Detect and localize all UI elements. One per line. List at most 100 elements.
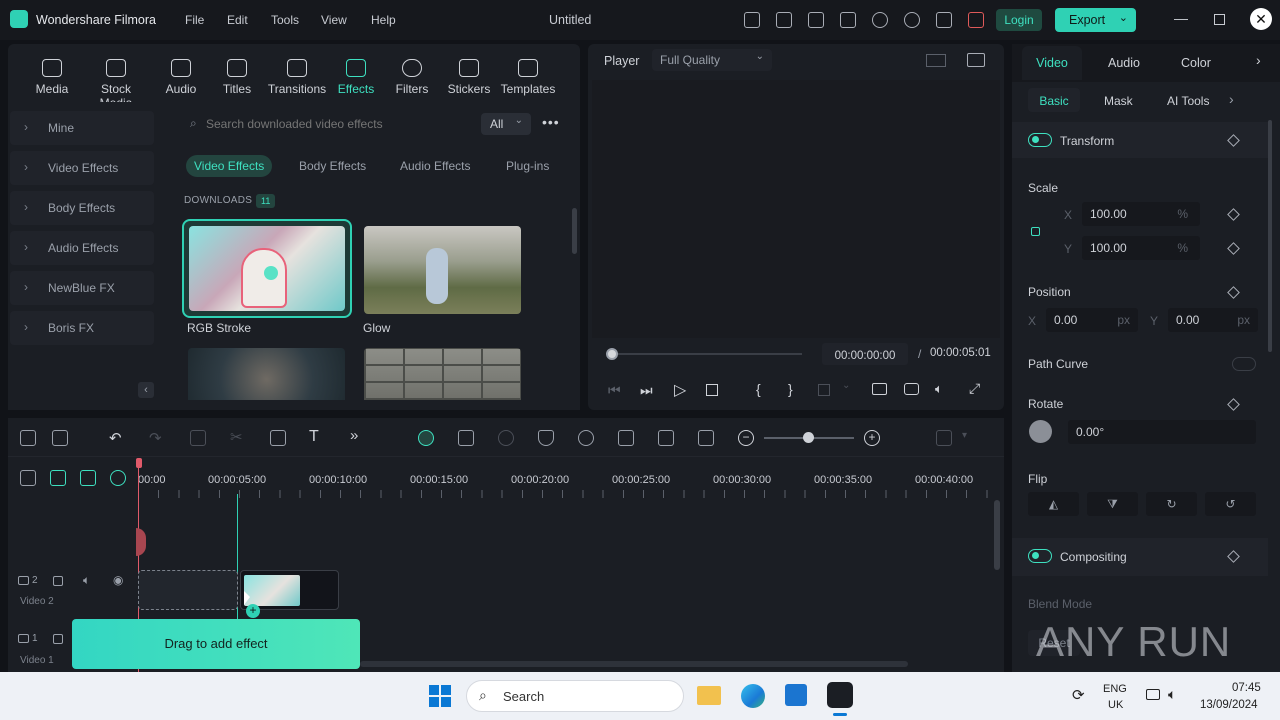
track1-lock-icon[interactable] xyxy=(53,634,63,644)
insert-chevron-icon[interactable]: ⌄ xyxy=(842,380,850,391)
tool-effects[interactable]: Effects xyxy=(326,56,386,96)
zoom-slider-knob[interactable] xyxy=(803,432,814,443)
delete-icon[interactable] xyxy=(190,430,206,446)
scale-x-field[interactable]: 100.00% xyxy=(1082,202,1200,226)
flip-horizontal-button[interactable]: ◭ xyxy=(1028,492,1079,516)
link-lock-icon[interactable] xyxy=(1031,227,1040,236)
speaker-icon[interactable]: 🔈︎ xyxy=(1168,686,1176,703)
effect-card-rgb-stroke[interactable] xyxy=(182,219,352,318)
headset-icon[interactable] xyxy=(904,12,920,28)
restore-icon[interactable] xyxy=(1214,14,1225,25)
effect-card-grid[interactable] xyxy=(364,348,521,400)
menu-tools[interactable]: Tools xyxy=(271,13,299,27)
effect-card-glow[interactable] xyxy=(364,226,521,314)
subtab-basic[interactable]: Basic xyxy=(1028,88,1080,112)
fullscreen-icon[interactable]: ⤢ xyxy=(969,380,980,397)
collapse-sidebar-icon[interactable]: ‹ xyxy=(138,382,154,398)
save-icon[interactable] xyxy=(840,12,856,28)
send-icon[interactable] xyxy=(744,12,760,28)
sidebar-item-body-effects[interactable]: Body Effects xyxy=(10,191,154,225)
filmora-taskbar-icon[interactable] xyxy=(827,682,853,708)
microphone-icon[interactable] xyxy=(578,430,594,446)
progress-track[interactable] xyxy=(612,353,802,355)
prev-frame-icon[interactable]: ⏮ xyxy=(608,382,621,399)
effects-scrollbar[interactable] xyxy=(572,208,577,254)
cart-icon[interactable] xyxy=(968,12,984,28)
more-options-icon[interactable]: ••• xyxy=(542,114,560,130)
link-icon[interactable] xyxy=(50,470,66,486)
mark-in-icon[interactable]: { xyxy=(756,381,761,397)
store-icon[interactable] xyxy=(785,684,807,706)
tool-audio[interactable]: Audio xyxy=(151,56,211,96)
tool-stickers[interactable]: Stickers xyxy=(439,56,499,96)
login-button[interactable]: Login xyxy=(996,9,1042,31)
gift-icon[interactable] xyxy=(776,12,792,28)
apps-icon[interactable] xyxy=(936,12,952,28)
crop-icon[interactable] xyxy=(270,430,286,446)
playhead-marker[interactable] xyxy=(136,458,142,468)
zoom-in-icon[interactable]: + xyxy=(864,430,880,446)
display-icon[interactable] xyxy=(872,383,887,395)
track2-lock-icon[interactable] xyxy=(53,576,63,586)
sidebar-item-boris-fx[interactable]: Boris FX xyxy=(10,311,154,345)
tool-transitions[interactable]: Transitions xyxy=(267,56,327,96)
edge-browser-icon[interactable] xyxy=(741,684,765,708)
tab-color[interactable]: Color xyxy=(1181,56,1211,70)
sidebar-item-mine[interactable]: Mine xyxy=(10,111,154,145)
sidebar-item-audio-effects[interactable]: Audio Effects xyxy=(10,231,154,265)
quality-dropdown[interactable]: Full Quality ⌄ xyxy=(652,49,772,71)
timeline-options-chevron-icon[interactable]: ▾ xyxy=(962,430,967,441)
tab-audio[interactable]: Audio xyxy=(1108,56,1140,70)
grid-view-icon[interactable] xyxy=(926,54,946,67)
track2-mute-icon[interactable]: 🔈︎ xyxy=(83,573,90,588)
props-scrollbar[interactable] xyxy=(1268,120,1272,352)
sync-icon[interactable]: ⟳ xyxy=(1072,686,1085,704)
tabs-next-icon[interactable]: › xyxy=(1256,52,1261,68)
track2-visibility-icon[interactable]: ◉ xyxy=(113,573,123,587)
select-tool-icon[interactable] xyxy=(52,430,68,446)
language-label[interactable]: ENG xyxy=(1103,683,1127,695)
layout-grid-icon[interactable] xyxy=(20,430,36,446)
clock-date[interactable]: 13/09/2024 xyxy=(1200,699,1258,711)
region-label[interactable]: UK xyxy=(1108,699,1123,711)
zoom-out-icon[interactable]: − xyxy=(738,430,754,446)
windows-start-icon[interactable] xyxy=(429,685,451,707)
snap-icon[interactable] xyxy=(110,470,126,486)
play-icon[interactable]: ▷ xyxy=(674,380,686,400)
insert-icon[interactable] xyxy=(818,384,830,396)
fit-icon[interactable] xyxy=(698,430,714,446)
rotate-dial[interactable] xyxy=(1029,420,1052,443)
sidebar-item-newblue-fx[interactable]: NewBlue FX xyxy=(10,271,154,305)
timeline-hscrollbar[interactable] xyxy=(360,661,908,667)
add-track-icon[interactable] xyxy=(20,470,36,486)
stop-icon[interactable] xyxy=(706,384,718,396)
cloud-icon[interactable] xyxy=(872,12,888,28)
camera-icon[interactable] xyxy=(904,383,919,395)
flip-vertical-button[interactable]: ⧩ xyxy=(1087,492,1138,516)
tab-plugins[interactable]: Plug-ins xyxy=(498,155,557,177)
auto-enhance-icon[interactable] xyxy=(458,430,474,446)
menu-help[interactable]: Help xyxy=(371,13,396,27)
position-x-field[interactable]: 0.00 px xyxy=(1046,308,1138,332)
clock-time[interactable]: 07:45 xyxy=(1232,682,1261,694)
tool-titles[interactable]: Titles xyxy=(207,56,267,96)
export-button[interactable]: Export ⌄ xyxy=(1055,8,1136,32)
tool-templates[interactable]: Templates xyxy=(497,56,559,96)
sidebar-item-video-effects[interactable]: Video Effects xyxy=(10,151,154,185)
close-icon[interactable]: ✕ xyxy=(1250,8,1272,30)
tab-body-effects[interactable]: Body Effects xyxy=(291,155,374,177)
subtabs-next-icon[interactable]: › xyxy=(1229,91,1234,107)
position-y-field[interactable]: 0.00 px xyxy=(1168,308,1258,332)
menu-file[interactable]: File xyxy=(185,13,204,27)
tab-video-effects[interactable]: Video Effects xyxy=(186,155,273,177)
file-explorer-icon[interactable] xyxy=(697,686,721,705)
more-tools-icon[interactable]: » xyxy=(350,427,358,444)
effect-card-blur[interactable] xyxy=(188,348,345,400)
filter-dropdown[interactable]: All ⌄ xyxy=(481,113,531,135)
snapshot-image-icon[interactable] xyxy=(967,53,985,67)
network-icon[interactable] xyxy=(1146,689,1160,700)
undo-icon[interactable]: ↶ xyxy=(109,429,122,447)
mark-out-icon[interactable]: } xyxy=(788,381,793,397)
magnet-icon[interactable] xyxy=(80,470,96,486)
menu-edit[interactable]: Edit xyxy=(227,13,248,27)
